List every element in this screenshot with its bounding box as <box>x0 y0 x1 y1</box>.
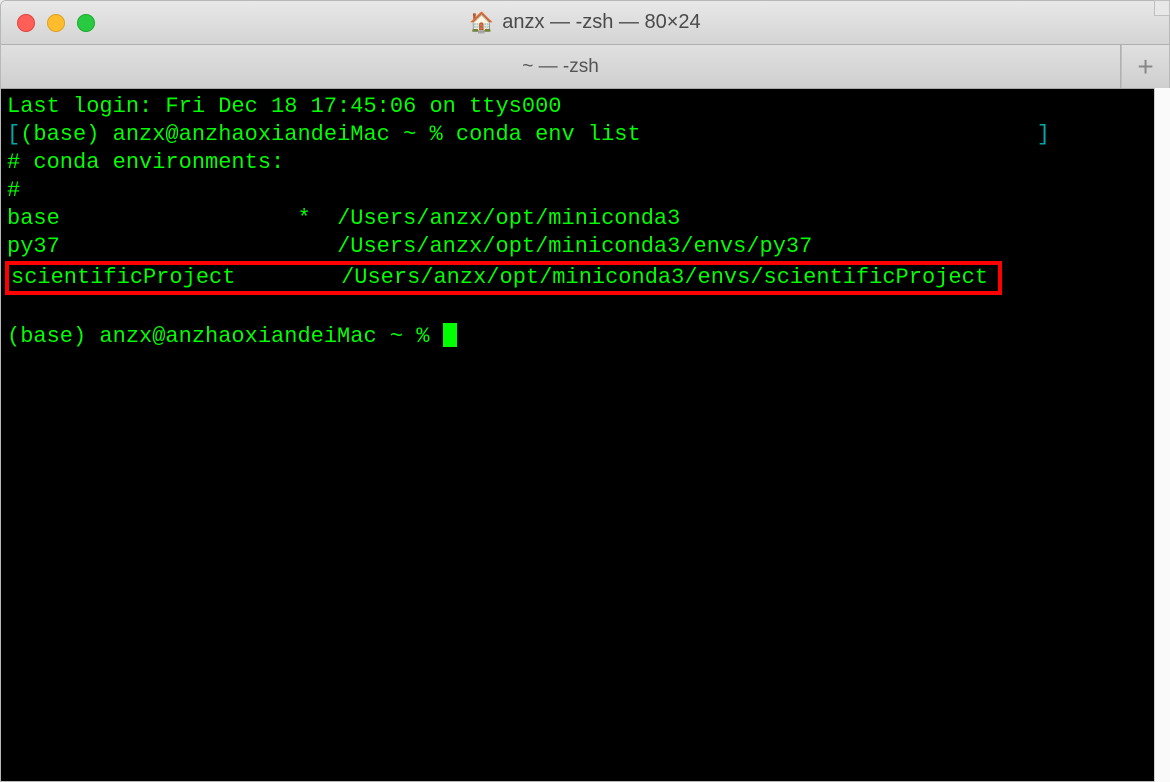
env-row-py37: py37 /Users/anzx/opt/miniconda3/envs/py3… <box>7 233 1163 261</box>
terminal-content[interactable]: Last login: Fri Dec 18 17:45:06 on ttys0… <box>1 89 1169 781</box>
env-path: /Users/anzx/opt/miniconda3/envs/scientif… <box>341 265 988 290</box>
last-login-line: Last login: Fri Dec 18 17:45:06 on ttys0… <box>7 93 1163 121</box>
bracket-open: [ <box>7 122 20 147</box>
prompt-line-2: (base) anzx@anzhaoxiandeiMac ~ % <box>7 323 1163 351</box>
env-active-marker: * <box>297 206 310 231</box>
env-name: base <box>7 206 60 231</box>
cursor <box>443 323 457 347</box>
traffic-lights <box>17 14 95 32</box>
title-text: anzx — -zsh — 80×24 <box>502 11 700 34</box>
command-text: conda env list <box>456 122 641 147</box>
bracket-close: ] <box>1037 122 1050 147</box>
env-header-2: # <box>7 177 1163 205</box>
tab-label: ~ — -zsh <box>522 56 599 78</box>
plus-icon: + <box>1137 51 1153 83</box>
new-tab-button[interactable]: + <box>1121 45 1169 88</box>
prompt-text: (base) anzx@anzhaoxiandeiMac ~ % <box>20 122 456 147</box>
scrollbar[interactable] <box>1154 88 1170 782</box>
tab-zsh[interactable]: ~ — -zsh <box>1 45 1121 88</box>
env-header-1: # conda environments: <box>7 149 1163 177</box>
env-name: scientificProject <box>11 265 235 290</box>
env-row-base: base * /Users/anzx/opt/miniconda3 <box>7 205 1163 233</box>
close-button[interactable] <box>17 14 35 32</box>
prompt-line-1: [(base) anzx@anzhaoxiandeiMac ~ % conda … <box>7 121 1163 149</box>
prompt-text: (base) anzx@anzhaoxiandeiMac ~ % <box>7 324 443 349</box>
window-title: 🏠 anzx — -zsh — 80×24 <box>469 10 700 35</box>
maximize-button[interactable] <box>77 14 95 32</box>
env-active-marker <box>301 265 314 290</box>
env-path: /Users/anzx/opt/miniconda3/envs/py37 <box>337 234 812 259</box>
blank-line <box>7 295 1163 323</box>
titlebar: 🏠 anzx — -zsh — 80×24 <box>1 1 1169 45</box>
env-row-scientificProject-highlighted: scientificProject /Users/anzx/opt/minico… <box>5 261 1002 295</box>
env-path: /Users/anzx/opt/miniconda3 <box>337 206 680 231</box>
home-icon: 🏠 <box>469 10 494 35</box>
env-name: py37 <box>7 234 60 259</box>
terminal-window: 🏠 anzx — -zsh — 80×24 ~ — -zsh + Last lo… <box>0 0 1170 782</box>
tabbar: ~ — -zsh + <box>1 45 1169 89</box>
minimize-button[interactable] <box>47 14 65 32</box>
scrollbar-top-button[interactable] <box>1154 0 1170 16</box>
env-active-marker <box>297 234 310 259</box>
